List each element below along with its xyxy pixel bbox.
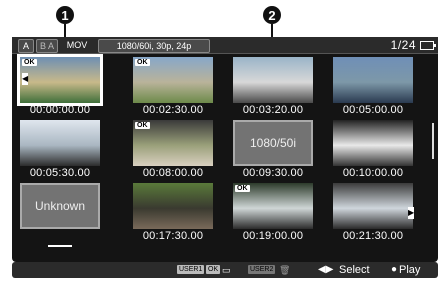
battery-icon [420,41,436,50]
ok-badge: OK [235,185,250,192]
timecode-label: 00:09:30.00 [242,167,304,179]
scrollbar[interactable] [432,123,434,159]
thumbnail[interactable] [333,57,413,103]
play-dot-icon: ● [391,264,398,275]
ok-badge: OK [135,59,150,66]
dpad-icon: ◀▶ [318,264,334,275]
ok-badge: OK [22,59,37,66]
trash-icon: 🗑 [279,265,291,275]
play-label: Play [399,264,421,276]
callout-1: 1 [56,6,74,24]
callout-2: 2 [263,6,281,24]
timecode-label: 00:17:30.00 [142,230,204,242]
right-arrow-icon: ▶ [408,207,415,219]
no-timecode-dash [48,245,72,247]
timecode-label: 00:00:00.00 [29,104,91,116]
file-format-label: MOV [66,40,88,50]
timecode-label: 00:05:00.00 [342,104,404,116]
thumbnail[interactable] [133,183,213,229]
page-indicator: 1/24 [390,38,416,52]
thumbnail[interactable]: OK [17,54,103,106]
ok-button-label: OK [206,265,221,274]
user1-action-icon: ▭ [222,265,231,275]
slot-b-tab[interactable]: B A [36,39,58,53]
timecode-label: 00:03:20.00 [242,104,304,116]
bottom-operation-bar: USER1 OK ▭ USER2 🗑 ◀▶ Select ● Play [12,262,438,278]
thumbnail[interactable] [333,183,413,229]
user1-button-label: USER1 [177,265,205,274]
left-arrow-icon: ◀ [22,73,29,85]
timecode-label: 00:02:30.00 [142,104,204,116]
timecode-label: 00:19:00.00 [242,230,304,242]
timecode-label: 00:10:00.00 [342,167,404,179]
user2-button-label: USER2 [248,265,276,274]
thumbnail-placeholder[interactable]: Unknown [20,183,100,229]
timecode-label: 00:21:30.00 [342,230,404,242]
thumbnail[interactable] [233,57,313,103]
thumbnail[interactable]: OK [233,183,313,229]
video-mode-label: 1080/60i, 30p, 24p [98,39,210,53]
timecode-label: 00:05:30.00 [29,167,91,179]
camera-screen: A B A MOV 1080/60i, 30p, 24p 1/24 OK 00:0… [12,37,438,262]
top-status-bar: A B A MOV 1080/60i, 30p, 24p 1/24 [12,37,438,54]
timecode-label: 00:08:00.00 [142,167,204,179]
thumbnail[interactable] [333,120,413,166]
select-label: Select [339,264,370,276]
thumbnail[interactable]: OK [133,57,213,103]
ok-badge: OK [135,122,150,129]
slot-a-tab[interactable]: A [18,39,34,53]
thumbnail-placeholder[interactable]: 1080/50i [233,120,313,166]
thumbnail[interactable] [20,120,100,166]
thumbnail[interactable]: OK [133,120,213,166]
